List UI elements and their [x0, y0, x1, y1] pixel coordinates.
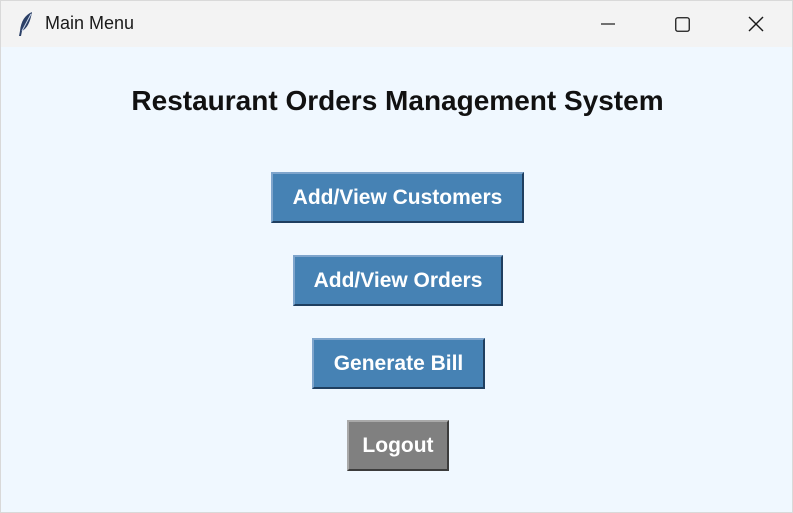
feather-icon: [17, 11, 35, 37]
add-view-customers-button[interactable]: Add/View Customers: [271, 172, 524, 223]
add-view-orders-button[interactable]: Add/View Orders: [293, 255, 503, 306]
title-bar[interactable]: Main Menu: [1, 1, 792, 47]
main-content: Restaurant Orders Management System Add/…: [1, 47, 792, 512]
minimize-button[interactable]: [571, 1, 645, 47]
window-title: Main Menu: [45, 13, 135, 33]
maximize-button[interactable]: [645, 1, 719, 47]
close-button[interactable]: [719, 1, 793, 47]
page-title: Restaurant Orders Management System: [131, 85, 664, 116]
logout-button[interactable]: Logout: [347, 420, 449, 471]
close-icon: [748, 16, 764, 32]
minimize-icon: [601, 17, 615, 31]
maximize-icon: [674, 16, 690, 32]
generate-bill-button[interactable]: Generate Bill: [312, 338, 485, 389]
main-menu-window: Main Menu Restaurant Orders Management S…: [0, 0, 793, 513]
